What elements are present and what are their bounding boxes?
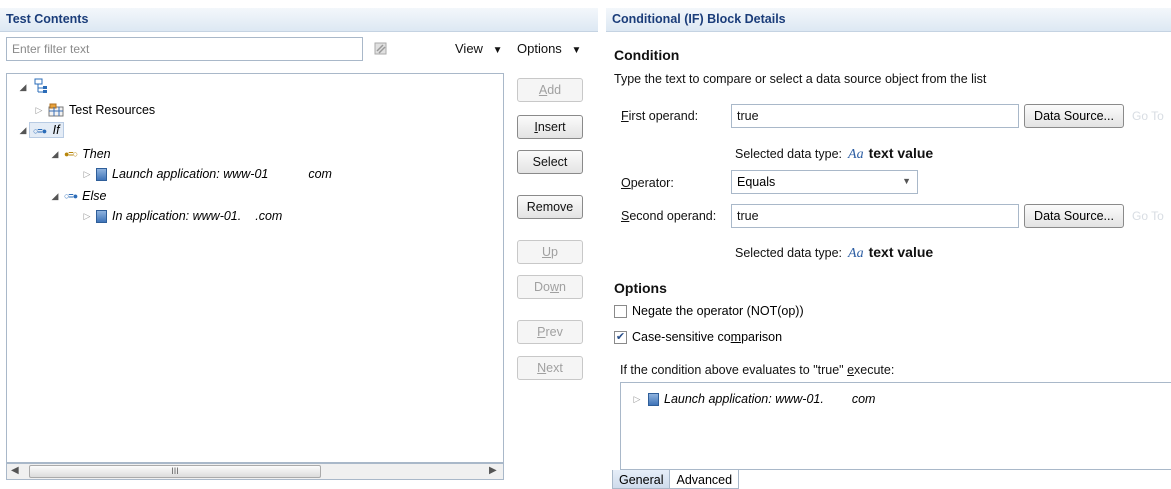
expanded-icon[interactable]: ◢ [49,191,61,202]
chevron-down-icon: ▼ [571,45,582,56]
second-operand-field[interactable]: true [731,204,1019,228]
tree-item-if[interactable]: ◢ ○=● If [17,121,64,139]
tree-item-if-selection[interactable]: ○=● If [29,122,64,138]
test-step-icon [96,209,107,223]
add-button[interactable]: Add [517,78,583,102]
first-data-source-button[interactable]: Data Source... [1024,104,1124,128]
negate-checkbox-box[interactable] [614,304,627,318]
tree-item-test-resources[interactable]: ▷ Test Resources [33,101,155,119]
scroll-thumb-grip: III [171,466,179,476]
tree-item-launch-application[interactable]: ▷ Launch application: www-01 com [81,165,332,183]
negate-label: Negate the operator (NOT(op)) [632,304,804,318]
tab-general[interactable]: General [612,470,671,489]
options-menu[interactable]: Options ▼ [517,41,581,56]
exec-item-prefix: Launch application: www-01. [664,392,824,406]
inapp-label-suffix: .com [255,209,283,223]
first-selected-data-type: Selected data type: Aa text value [735,145,933,163]
then-block-icon: ●=○ [64,149,78,159]
else-label: Else [82,189,107,203]
prev-button[interactable]: Prev [517,320,583,344]
case-sensitive-checkbox[interactable]: ✔ Case-sensitive comparison [614,330,782,344]
if-block-details-title: Conditional (IF) Block Details [612,12,786,26]
next-button[interactable]: Next [517,356,583,380]
text-type-icon: Aa [848,147,864,162]
chevron-down-icon: ▼ [492,45,503,56]
remove-button[interactable]: Remove [517,195,583,219]
first-type-value: text value [868,145,934,161]
second-operand-value: true [737,209,759,223]
scroll-right-icon[interactable]: ▶ [489,465,497,476]
select-button[interactable]: Select [517,150,583,174]
tab-advanced[interactable]: Advanced [670,470,740,489]
if-block-details-header: Conditional (IF) Block Details [606,8,1171,32]
second-operand-label: Second operand: [621,209,717,223]
condition-heading: Condition [614,47,680,63]
test-contents-header: Test Contents [0,8,598,32]
chevron-down-icon: ▼ [902,176,911,186]
test-tree[interactable]: ◢ ▷ Test Resources ◢ ○=● If ◢ ●=○ Then ▷… [6,73,504,463]
test-resources-label: Test Resources [69,103,156,117]
collapsed-icon[interactable]: ▷ [33,105,45,116]
test-root-icon [33,78,49,97]
launch-label-suffix: com [308,167,332,181]
scroll-thumb[interactable]: III [29,465,321,478]
up-button[interactable]: Up [517,240,583,264]
inapp-label-prefix: In application: www-01. [112,209,242,223]
test-step-icon [96,167,107,181]
options-menu-label: Options [517,41,562,56]
negate-operator-checkbox[interactable]: Negate the operator (NOT(op)) [614,304,804,318]
selected-type-label: Selected data type: [735,246,843,260]
view-menu[interactable]: View ▼ [455,41,502,56]
exec-item-launch-application[interactable]: ▷ Launch application: www-01. com [631,390,876,408]
tree-item-in-application[interactable]: ▷ In application: www-01. .com [81,207,283,225]
collapsed-icon[interactable]: ▷ [81,169,93,180]
first-go-to-link: Go To [1132,109,1164,123]
panel-divider[interactable] [598,8,606,489]
expanded-icon[interactable]: ◢ [49,149,61,160]
collapsed-icon[interactable]: ▷ [631,394,643,405]
case-sensitive-label: Case-sensitive comparison [632,330,783,344]
execute-description: If the condition above evaluates to "tru… [620,363,895,377]
insert-button[interactable]: Insert [517,115,583,139]
second-type-value: text value [868,244,934,260]
first-operand-value: true [737,109,759,123]
collapsed-icon[interactable]: ▷ [81,211,93,222]
if-block-icon: ○=● [33,126,47,136]
else-block-icon: ○=● [64,191,78,201]
expanded-icon[interactable]: ◢ [17,82,29,93]
condition-description: Type the text to compare or select a dat… [614,72,987,86]
execute-tree[interactable]: ▷ Launch application: www-01. com [620,382,1171,470]
tree-root[interactable]: ◢ [17,78,49,96]
text-type-icon: Aa [848,246,864,261]
details-tabs: General Advanced [612,470,740,489]
second-selected-data-type: Selected data type: Aa text value [735,244,933,262]
tree-item-else[interactable]: ◢ ○=● Else [49,187,107,205]
test-contents-title: Test Contents [6,12,89,26]
scroll-left-icon[interactable]: ◀ [11,465,19,476]
first-operand-field[interactable]: true [731,104,1019,128]
tree-item-then[interactable]: ◢ ●=○ Then [49,145,111,163]
operator-value: Equals [737,175,776,189]
second-go-to-link: Go To [1132,209,1164,223]
first-operand-label: First operand: [621,109,699,123]
expanded-icon[interactable]: ◢ [17,125,29,136]
if-label: If [52,123,60,137]
exec-item-suffix: com [851,392,876,406]
selected-type-label: Selected data type: [735,147,843,161]
filter-clear-icon[interactable] [373,41,389,57]
launch-label-prefix: Launch application: www-01 [112,167,269,181]
then-label: Then [82,147,111,161]
horizontal-scrollbar[interactable]: ◀ III ▶ [6,463,504,480]
test-resources-icon [48,101,64,120]
operator-dropdown[interactable]: Equals ▼ [731,170,918,194]
operator-label: Operator: [621,176,674,190]
test-step-icon [648,392,659,406]
options-heading: Options [614,280,667,296]
check-icon[interactable]: ✔ [614,330,627,344]
second-data-source-button[interactable]: Data Source... [1024,204,1124,228]
view-menu-label: View [455,41,483,56]
down-button[interactable]: Down [517,275,583,299]
filter-input[interactable]: Enter filter text [6,37,363,61]
